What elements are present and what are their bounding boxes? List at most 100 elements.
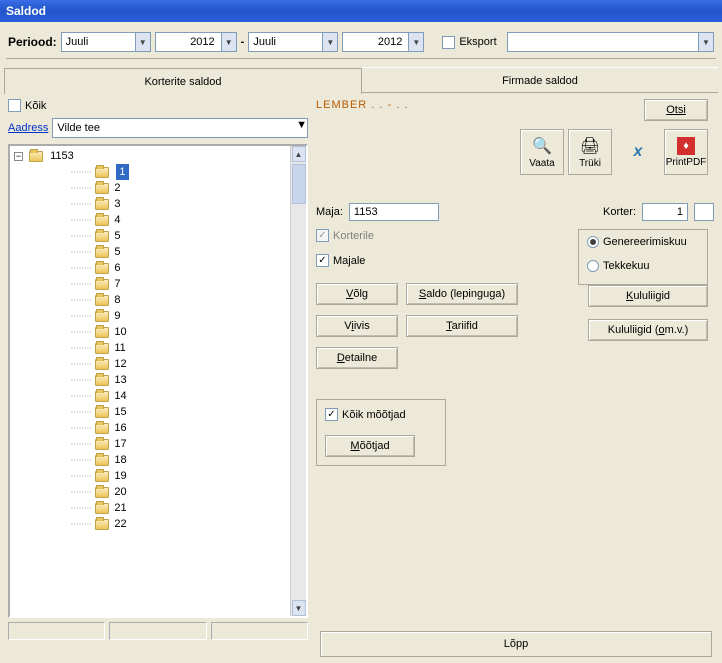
otsi-button[interactable]: Otsi xyxy=(644,99,708,121)
folder-icon xyxy=(95,263,109,274)
printpdf-button[interactable]: ♦ PrintPDF xyxy=(664,129,708,175)
tab-bar: Korterite saldod Firmade saldod xyxy=(4,67,718,93)
tree-item[interactable]: ········ 7 xyxy=(14,276,302,292)
bottom-field-3[interactable] xyxy=(211,622,308,640)
bottom-field-1[interactable] xyxy=(8,622,105,640)
month-mode-group: Genereerimiskuu Tekkekuu xyxy=(578,229,708,285)
export-checkbox[interactable] xyxy=(442,36,455,49)
scroll-thumb[interactable] xyxy=(292,164,306,204)
excel-button[interactable]: x xyxy=(616,129,660,175)
folder-icon xyxy=(95,375,109,386)
maja-input[interactable] xyxy=(349,203,439,221)
chevron-down-icon[interactable]: ▼ xyxy=(221,33,236,51)
tree-root[interactable]: − 1153 xyxy=(14,148,302,164)
all-checkbox[interactable] xyxy=(8,99,21,112)
period-from-month[interactable]: Juuli ▼ xyxy=(61,32,151,52)
address-label[interactable]: Aadress xyxy=(8,122,48,134)
truki-button[interactable]: 🖨 Trüki xyxy=(568,129,612,175)
tree-item[interactable]: ········ 8 xyxy=(14,292,302,308)
tree-item[interactable]: ········ 1 xyxy=(14,164,302,180)
period-from-year[interactable]: 2012 ▼ xyxy=(155,32,237,52)
tab-companies[interactable]: Firmade saldod xyxy=(362,67,718,93)
mootjad-checkbox[interactable]: ✓ xyxy=(325,408,338,421)
korterile-checkbox: ✓ xyxy=(316,229,329,242)
folder-icon xyxy=(95,423,109,434)
scroll-up-icon[interactable]: ▲ xyxy=(292,146,306,162)
period-to-year[interactable]: 2012 ▼ xyxy=(342,32,424,52)
folder-icon xyxy=(95,295,109,306)
korter-input[interactable] xyxy=(642,203,688,221)
mootjad-button[interactable]: Mõõtjad xyxy=(325,435,415,457)
mootjad-label: Kõik mõõtjad xyxy=(342,409,406,421)
detailne-button[interactable]: Detailne xyxy=(316,347,398,369)
chevron-down-icon[interactable]: ▼ xyxy=(135,33,150,51)
volg-button[interactable]: Võlg xyxy=(316,283,398,305)
tree-item[interactable]: ········ 12 xyxy=(14,356,302,372)
chevron-down-icon[interactable]: ▼ xyxy=(698,33,713,51)
tree[interactable]: − 1153········ 1········ 2········ 3····… xyxy=(8,144,308,618)
tree-item[interactable]: ········ 10 xyxy=(14,324,302,340)
folder-icon xyxy=(95,311,109,322)
period-to-month[interactable]: Juuli ▼ xyxy=(248,32,338,52)
maja-label: Maja: xyxy=(316,206,343,218)
tree-item[interactable]: ········ 5 xyxy=(14,228,302,244)
bottom-field-2[interactable] xyxy=(109,622,206,640)
tree-item[interactable]: ········ 14 xyxy=(14,388,302,404)
folder-icon xyxy=(95,215,109,226)
folder-icon xyxy=(95,327,109,338)
tree-item[interactable]: ········ 21 xyxy=(14,500,302,516)
window-title: Saldod xyxy=(0,0,722,22)
tek-label: Tekkekuu xyxy=(603,260,649,272)
tree-item[interactable]: ········ 18 xyxy=(14,452,302,468)
tree-item[interactable]: ········ 15 xyxy=(14,404,302,420)
tree-item[interactable]: ········ 22 xyxy=(14,516,302,532)
folder-icon xyxy=(95,167,109,178)
tree-item[interactable]: ········ 5 xyxy=(14,244,302,260)
tree-item[interactable]: ········ 9 xyxy=(14,308,302,324)
majale-label: Majale xyxy=(333,255,365,267)
tree-item[interactable]: ········ 11 xyxy=(14,340,302,356)
saldo-button[interactable]: Saldo (lepinguga) xyxy=(406,283,518,305)
tree-item[interactable]: ········ 13 xyxy=(14,372,302,388)
majale-checkbox[interactable]: ✓ xyxy=(316,254,329,267)
address-combo[interactable]: Vilde tee ▼ xyxy=(52,118,308,138)
tree-item[interactable]: ········ 17 xyxy=(14,436,302,452)
tab-apartments[interactable]: Korterite saldod xyxy=(4,68,362,94)
chevron-down-icon[interactable]: ▼ xyxy=(408,33,423,51)
gen-radio[interactable] xyxy=(587,236,599,248)
tariifid-button[interactable]: Tariifid xyxy=(406,315,518,337)
tree-item[interactable]: ········ 2 xyxy=(14,180,302,196)
tree-item[interactable]: ········ 16 xyxy=(14,420,302,436)
kululiigid-omv-button[interactable]: Kululiigid (om.v.) xyxy=(588,319,708,341)
pdf-icon: ♦ xyxy=(677,137,695,155)
tek-radio[interactable] xyxy=(587,260,599,272)
tree-item[interactable]: ········ 19 xyxy=(14,468,302,484)
chevron-down-icon[interactable]: ▼ xyxy=(322,33,337,51)
chevron-down-icon[interactable]: ▼ xyxy=(296,119,307,137)
magnifier-icon: 🔍 xyxy=(532,136,552,156)
gen-label: Genereerimiskuu xyxy=(603,236,687,248)
folder-icon xyxy=(95,487,109,498)
folder-icon xyxy=(95,183,109,194)
tree-item[interactable]: ········ 4 xyxy=(14,212,302,228)
korter-extra-input[interactable] xyxy=(694,203,714,221)
scroll-down-icon[interactable]: ▼ xyxy=(292,600,306,616)
folder-icon xyxy=(95,343,109,354)
export-combo[interactable]: ▼ xyxy=(507,32,714,52)
tree-item[interactable]: ········ 3 xyxy=(14,196,302,212)
korter-label: Korter: xyxy=(603,206,636,218)
folder-icon xyxy=(95,471,109,482)
folder-icon xyxy=(95,279,109,290)
viivis-button[interactable]: Viivis xyxy=(316,315,398,337)
printer-icon: 🖨 xyxy=(580,136,600,156)
folder-icon xyxy=(95,199,109,210)
kululiigid-button[interactable]: Kululiigid xyxy=(588,285,708,307)
tree-item[interactable]: ········ 6 xyxy=(14,260,302,276)
vaata-button[interactable]: 🔍 Vaata xyxy=(520,129,564,175)
lopp-button[interactable]: Lõpp xyxy=(320,631,712,657)
excel-icon: x xyxy=(634,143,643,161)
scrollbar[interactable]: ▲ ▼ xyxy=(290,146,306,616)
folder-icon xyxy=(95,231,109,242)
tree-item[interactable]: ········ 20 xyxy=(14,484,302,500)
folder-icon xyxy=(95,407,109,418)
